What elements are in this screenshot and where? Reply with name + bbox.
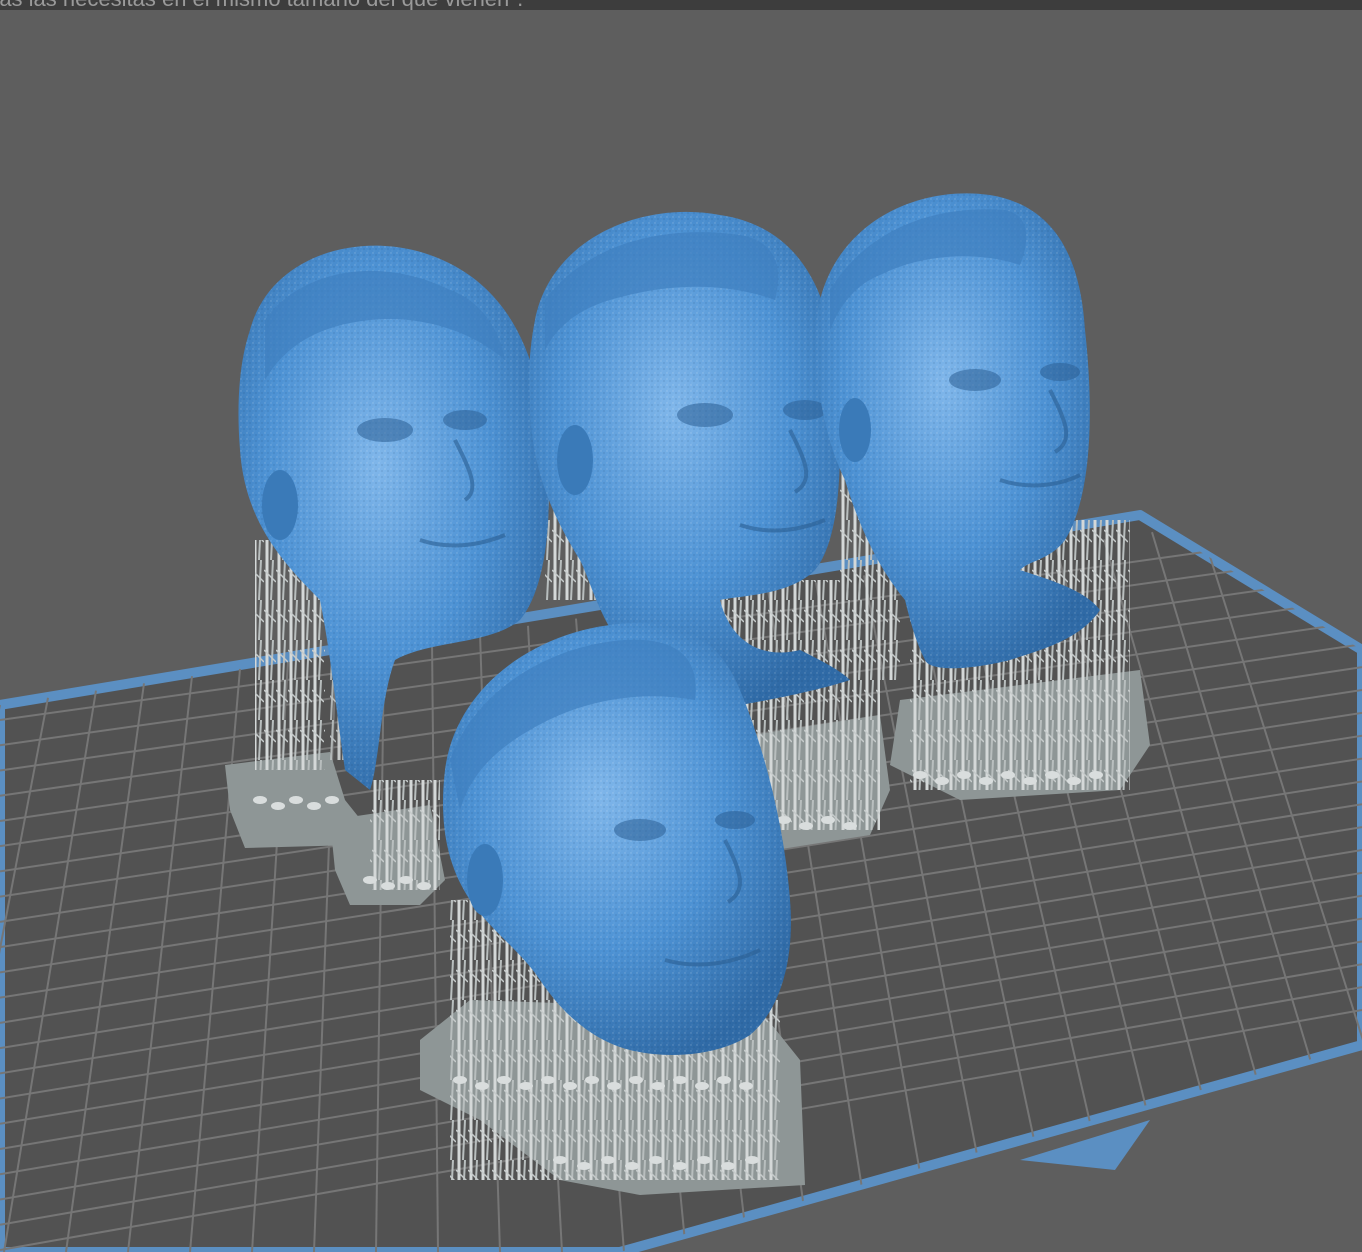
support-foot xyxy=(935,777,949,785)
support-foot xyxy=(577,1162,591,1170)
support-foot xyxy=(673,1076,687,1084)
window-caption-strip: ras las necesitas en el mismo tamaño del… xyxy=(0,0,1362,10)
support-foot xyxy=(519,1082,533,1090)
support-foot xyxy=(717,1076,731,1084)
support-foot xyxy=(843,822,857,830)
support-foot xyxy=(1023,777,1037,785)
support-foot xyxy=(1089,771,1103,779)
support-foot xyxy=(1045,771,1059,779)
support-foot xyxy=(453,1076,467,1084)
support-foot xyxy=(475,1082,489,1090)
support-foot xyxy=(601,1156,615,1164)
support-foot xyxy=(381,882,395,890)
support-foot xyxy=(363,876,377,884)
support-foot xyxy=(417,882,431,890)
window-caption-text: ras las necesitas en el mismo tamaño del… xyxy=(0,0,523,10)
support-foot xyxy=(625,1162,639,1170)
support-foot xyxy=(289,796,303,804)
support-foot xyxy=(739,1082,753,1090)
support-foot xyxy=(913,771,927,779)
3d-viewport[interactable]: ras las necesitas en el mismo tamaño del… xyxy=(0,0,1362,1252)
supports-left-middle xyxy=(370,780,440,890)
scene-canvas[interactable] xyxy=(0,0,1362,1252)
support-foot xyxy=(957,771,971,779)
support-foot xyxy=(821,816,835,824)
support-foot xyxy=(1067,777,1081,785)
support-foot xyxy=(1001,771,1015,779)
support-foot xyxy=(979,777,993,785)
support-foot xyxy=(721,1162,735,1170)
support-foot xyxy=(253,796,267,804)
support-foot xyxy=(541,1076,555,1084)
support-foot xyxy=(649,1156,663,1164)
support-foot xyxy=(307,802,321,810)
support-foot xyxy=(271,802,285,810)
support-foot xyxy=(745,1156,759,1164)
support-foot xyxy=(497,1076,511,1084)
support-foot xyxy=(563,1082,577,1090)
support-foot xyxy=(585,1076,599,1084)
support-foot xyxy=(325,796,339,804)
support-foot xyxy=(673,1162,687,1170)
support-foot xyxy=(553,1156,567,1164)
support-foot xyxy=(651,1082,665,1090)
support-foot xyxy=(399,876,413,884)
support-foot xyxy=(697,1156,711,1164)
support-foot xyxy=(799,822,813,830)
support-foot xyxy=(629,1076,643,1084)
support-foot xyxy=(607,1082,621,1090)
support-foot xyxy=(695,1082,709,1090)
